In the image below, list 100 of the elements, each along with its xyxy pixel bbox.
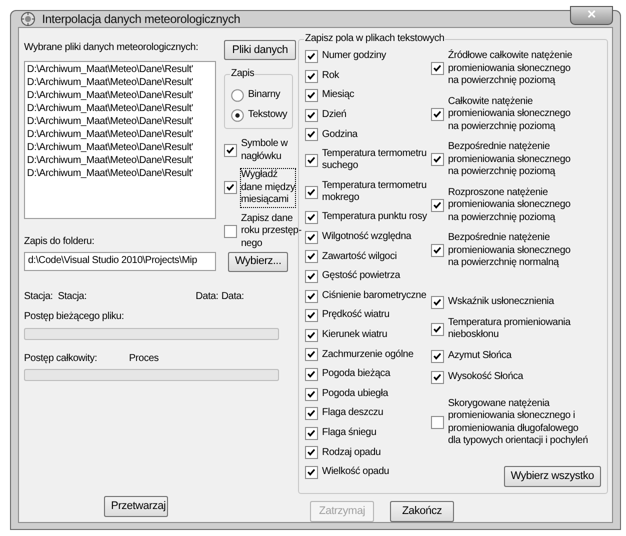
checkbox[interactable]	[305, 108, 318, 122]
checkbox[interactable]	[305, 388, 318, 400]
radio-label: Binarny	[248, 89, 280, 102]
checkbox-label: Pogoda ubiegła	[322, 388, 388, 400]
checkbox[interactable]	[431, 62, 444, 76]
checkbox-label: Numer godziny	[322, 50, 386, 63]
checkbox[interactable]	[224, 144, 237, 157]
checkbox[interactable]	[305, 328, 318, 342]
checkbox[interactable]	[431, 244, 444, 258]
checkbox[interactable]	[224, 224, 237, 238]
folder-field[interactable]: d:\Code\Visual Studio 2010\Projects\Mip	[24, 252, 216, 271]
date-label: Data:	[196, 290, 218, 303]
checkbox[interactable]	[305, 446, 318, 460]
checkbox[interactable]	[305, 211, 318, 224]
checkbox-label: Bezpośrednie natężenie promieniowania słonecznego na powierzchnię normalną	[448, 232, 570, 270]
checkbox-label: Temperatura punktu rosy	[322, 211, 427, 224]
progress-status: Proces	[129, 352, 159, 365]
checkbox-label: Zachmurzenie ogólne	[322, 348, 414, 362]
checkbox[interactable]	[305, 407, 318, 420]
checkbox-label: Wygładź dane między miesiącami	[241, 169, 295, 206]
select-all-button[interactable]: Wybierz wszystko	[504, 466, 601, 487]
checkbox-label: Skorygowane natężenia promieniowania słonecznego i promieniowania długofalowego dla typowych orientacji i pochyleń	[448, 398, 588, 448]
action-button[interactable]: Zakończ	[390, 501, 454, 522]
file-list-item[interactable]: D:\Archiwum_Maat\Meteo\Dane\Result'	[27, 64, 213, 76]
checkbox-label: Gęstość powietrza	[322, 270, 400, 283]
checkbox[interactable]	[305, 250, 318, 264]
checkbox[interactable]	[305, 50, 318, 63]
checkbox-label: Rodzaj opadu	[322, 446, 381, 460]
checkbox-label: Bezpośrednie natężenie promieniowania słonecznego na powierzchnię poziomą	[448, 141, 570, 178]
checkbox-label: Temperatura termometru mokrego	[322, 180, 427, 205]
checkbox-label: Flaga śniegu	[322, 426, 376, 440]
checkbox-label: Azymut Słońca	[448, 350, 512, 362]
checkbox-label: Źródłowe całkowite natężenie promieniowania słonecznego na powierzchnię poziomą	[448, 50, 572, 88]
action-button[interactable]: Przetwarzaj	[104, 496, 168, 517]
folder-label: Zapis do folderu:	[24, 236, 94, 248]
checkbox[interactable]	[224, 181, 237, 194]
checkbox[interactable]	[305, 70, 318, 83]
checkbox-label: Godzina	[322, 128, 358, 142]
checkbox[interactable]	[431, 108, 444, 121]
checkbox[interactable]	[305, 466, 318, 479]
progress-label: Postęp bieżącego pliku:	[24, 311, 124, 324]
checkbox[interactable]	[305, 290, 318, 303]
checkbox-label: Flaga deszczu	[322, 407, 384, 420]
checkbox[interactable]	[305, 309, 318, 322]
checkbox[interactable]	[431, 153, 444, 166]
checkbox[interactable]	[305, 128, 318, 142]
checkbox[interactable]	[431, 350, 444, 362]
checkbox-label: Wskaźnik usłonecznienia	[448, 296, 554, 308]
checkbox[interactable]	[305, 230, 318, 244]
file-list-item[interactable]: D:\Archiwum_Maat\Meteo\Dane\Result'	[27, 116, 213, 128]
checkbox-label: Temperatura termometru suchego	[322, 148, 427, 173]
checkbox-label: Rok	[322, 70, 340, 82]
file-list[interactable]	[24, 60, 216, 218]
radio-button[interactable]	[231, 109, 244, 122]
group-title: Zapisz pola w plikach tekstowych	[304, 33, 446, 46]
checkbox-label: Wysokość Słońca	[448, 370, 524, 384]
checkbox[interactable]	[305, 186, 318, 199]
file-list-item[interactable]: D:\Archiwum_Maat\Meteo\Dane\Result'	[27, 90, 213, 102]
checkbox-label: Zapisz dane roku przestęp- nego	[241, 212, 302, 250]
radio-button[interactable]	[231, 89, 244, 102]
checkbox[interactable]	[305, 270, 318, 283]
checkbox[interactable]	[431, 296, 444, 308]
checkbox-label: Rozproszone natężenie promieniowania słonecznego na powierzchnię poziomą	[448, 186, 570, 224]
checkbox[interactable]	[305, 154, 318, 167]
checkbox[interactable]	[431, 416, 444, 429]
checkbox[interactable]	[431, 322, 444, 336]
checkbox-label: Miesiąc	[322, 89, 354, 102]
file-list-item[interactable]: D:\Archiwum_Maat\Meteo\Dane\Result'	[27, 168, 213, 180]
file-list-item[interactable]: D:\Archiwum_Maat\Meteo\Dane\Result'	[27, 128, 213, 142]
checkbox[interactable]	[305, 89, 318, 102]
checkbox-label: Symbole w nagłówku	[241, 138, 288, 163]
browse-button[interactable]: Wybierz...	[228, 252, 288, 272]
files-label: Wybrane pliki danych meteorologicznych:	[24, 42, 200, 54]
data-files-button[interactable]: Pliki danych	[224, 40, 296, 60]
checkbox-label: Wielkość opadu	[322, 466, 390, 479]
checkbox[interactable]	[305, 368, 318, 381]
checkbox[interactable]	[305, 426, 318, 440]
file-list-item[interactable]: D:\Archiwum_Maat\Meteo\Dane\Result'	[27, 76, 213, 90]
checkbox-label: Temperatura promieniowania nieboskłonu	[448, 316, 570, 342]
checkbox-label: Kierunek wiatru	[322, 328, 388, 342]
file-list-item[interactable]: D:\Archiwum_Maat\Meteo\Dane\Result'	[27, 154, 213, 168]
window-title: Interpolacja danych meteorologicznych	[42, 12, 240, 26]
checkbox-label: Pogoda bieżąca	[322, 368, 390, 381]
station-value: Stacja:	[58, 290, 87, 303]
group-title: Zapis	[230, 68, 256, 80]
checkbox[interactable]	[305, 348, 318, 362]
checkbox-label: Wilgotność względna	[322, 231, 412, 244]
checkbox[interactable]	[431, 370, 444, 384]
checkbox-label: Ciśnienie barometryczne	[322, 290, 426, 302]
file-list-item[interactable]: D:\Archiwum_Maat\Meteo\Dane\Result'	[27, 102, 213, 116]
date-value: Data:	[221, 290, 244, 303]
checkbox-label: Dzień	[322, 109, 346, 122]
file-list-item[interactable]: D:\Archiwum_Maat\Meteo\Dane\Result'	[27, 142, 213, 154]
checkbox-label: Całkowite natężenie promieniowania słonecznego na powierzchnię poziomą	[448, 96, 570, 133]
checkbox-label: Zawartość wilgoci	[322, 250, 397, 264]
checkbox-label: Prędkość wiatru	[322, 309, 390, 322]
station-label: Stacja:	[24, 290, 53, 303]
progress-label: Postęp całkowity:	[24, 352, 98, 365]
radio-label: Tekstowy	[248, 109, 288, 122]
checkbox[interactable]	[431, 198, 444, 212]
